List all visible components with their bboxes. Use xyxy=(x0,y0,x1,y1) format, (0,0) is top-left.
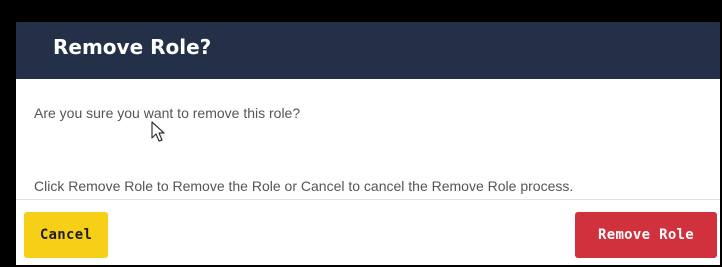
confirmation-message: Are you sure you want to remove this rol… xyxy=(34,105,301,121)
dialog-header: Remove Role? xyxy=(16,22,720,79)
instructions-message: Click Remove Role to Remove the Role or … xyxy=(34,178,574,194)
dialog-title: Remove Role? xyxy=(53,35,212,59)
remove-role-dialog: Remove Role? Are you sure you want to re… xyxy=(16,22,720,265)
remove-role-button[interactable]: Remove Role xyxy=(575,212,717,258)
screen-frame: Remove Role? Are you sure you want to re… xyxy=(0,0,722,267)
dialog-body: Are you sure you want to remove this rol… xyxy=(16,79,720,200)
cancel-button[interactable]: Cancel xyxy=(24,212,108,258)
dialog-footer: Cancel Remove Role xyxy=(16,200,720,265)
mouse-pointer-icon xyxy=(151,121,165,142)
